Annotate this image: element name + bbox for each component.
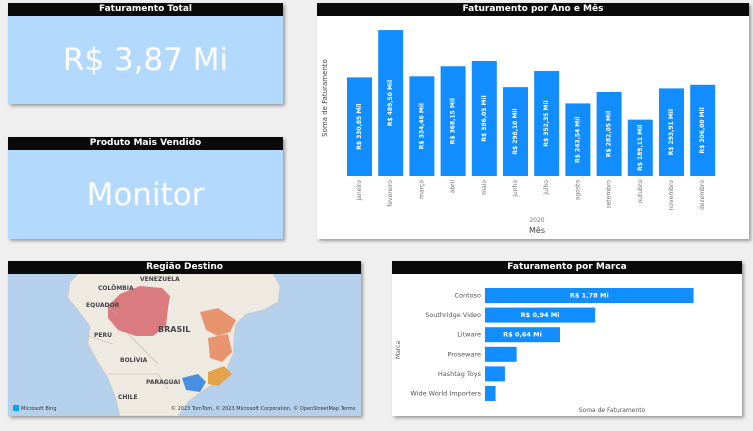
bar-data-label: R$ 0,94 Mi: [521, 311, 560, 319]
x-tick-label: março: [418, 180, 425, 199]
bar-data-label: R$ 489,50 Mil: [387, 80, 394, 126]
map-label-chile: CHILE: [118, 394, 138, 401]
bar-data-label: R$ 330,85 Mil: [356, 104, 363, 150]
bar-data-label: R$ 243,54 Mil: [574, 117, 581, 163]
y-axis-title: Soma de Faturamento: [321, 59, 329, 137]
bar-data-label: R$ 293,91 Mil: [668, 109, 675, 155]
map-label-brasil: BRASIL: [158, 325, 190, 334]
map-label-colômbia: COLÔMBIA: [98, 285, 134, 292]
bar-data-label: R$ 334,46 Mil: [418, 103, 425, 149]
map-regiao-destino-title: Região Destino: [8, 261, 361, 274]
kpi-faturamento-total-title: Faturamento Total: [8, 3, 283, 16]
bar-data-label: R$ 189,11 Mil: [637, 125, 644, 171]
chart-faturamento-mes-visual[interactable]: Faturamento por Ano e Mês R$ 330,85 Mil j…: [317, 3, 749, 239]
kpi-faturamento-total-card[interactable]: Faturamento Total R$ 3,87 Mi: [8, 3, 283, 104]
chart-faturamento-mes-svg: R$ 330,85 Mil janeiro R$ 489,50 Mil feverei…: [321, 30, 716, 235]
map-canvas[interactable]: Microsoft Bing © 2023 TomTom, © 2023 Mic…: [8, 274, 361, 416]
bar-proseware[interactable]: [485, 346, 517, 362]
y-tick-label: Hashtag Toys: [438, 370, 482, 378]
x-tick-label: maio: [481, 180, 488, 195]
bar-data-label: R$ 368,15 Mil: [450, 98, 457, 144]
bar-data-label: R$ 0,64 Mi: [503, 331, 542, 339]
kpi-produto-mais-vendido-title: Produto Mais Vendido: [8, 137, 283, 150]
x-group-label: 2020: [529, 217, 544, 224]
kpi-faturamento-total-body: R$ 3,87 Mi: [8, 16, 283, 104]
bar-data-label: R$ 298,10 Mil: [512, 108, 519, 154]
map-regiao-destino-visual[interactable]: Região Destino Microsoft Bing © 2023 Tom…: [8, 261, 361, 416]
map-label-peru: PERU: [94, 332, 112, 339]
y-tick-label: Proseware: [447, 350, 481, 358]
y-tick-label: Contoso: [454, 292, 481, 300]
x-tick-label: julho: [543, 180, 550, 196]
x-tick-label: agosto: [574, 180, 581, 201]
x-tick-label: outubro: [637, 180, 644, 204]
bing-logo-text: Microsoft Bing: [21, 406, 57, 412]
x-tick-label: setembro: [606, 180, 613, 209]
bar-hashtag-toys[interactable]: [485, 366, 505, 382]
kpi-produto-mais-vendido-value: Monitor: [86, 176, 205, 213]
bar-data-label: R$ 282,05 Mil: [606, 111, 613, 157]
x-tick-label: abril: [450, 180, 457, 194]
map-attribution[interactable]: © 2023 TomTom, © 2023 Microsoft Corporat…: [171, 405, 356, 412]
kpi-produto-mais-vendido-card[interactable]: Produto Mais Vendido Monitor: [8, 137, 283, 239]
x-axis-title: Mês: [529, 225, 545, 235]
y-tick-label: Southridge Video: [425, 311, 481, 319]
chart-faturamento-marca-svg: Contoso R$ 1,78 Mi Southridge Video R$ 0,94…: [395, 288, 694, 414]
x-tick-label: fevereiro: [387, 180, 394, 207]
kpi-faturamento-total-value: R$ 3,87 Mi: [62, 42, 229, 78]
bar-wide-world-importers[interactable]: [485, 386, 496, 401]
chart-faturamento-marca-title: Faturamento por Marca: [392, 261, 742, 274]
x-tick-label: novembro: [668, 180, 675, 211]
bar-data-label: R$ 1,78 Mi: [570, 292, 609, 300]
x-tick-label: dezembro: [699, 180, 706, 210]
y-tick-label: Litware: [457, 331, 481, 339]
bar-data-label: R$ 306,00 Mil: [699, 107, 706, 153]
chart-faturamento-marca-visual[interactable]: Faturamento por Marca Contoso R$ 1,78 Mi S…: [392, 261, 742, 416]
y-tick-label: Wide World Importers: [410, 390, 481, 398]
kpi-produto-mais-vendido-body: Monitor: [8, 150, 283, 239]
map-label-venezuela: VENEZUELA: [140, 276, 180, 283]
map-label-equador: EQUADOR: [86, 302, 120, 309]
map-label-bolívia: BOLÍVIA: [120, 356, 148, 364]
map-label-paraguai: PARAGUAI: [146, 379, 180, 386]
bar-data-label: R$ 386,05 Mil: [481, 95, 488, 141]
x-tick-label: junho: [512, 180, 519, 198]
x-axis-title: Soma de Faturamento: [579, 407, 646, 414]
x-tick-label: janeiro: [356, 180, 363, 202]
y-axis-title: Marca: [395, 341, 402, 359]
bar-data-label: R$ 352,35 Mil: [543, 100, 550, 146]
chart-faturamento-mes-title: Faturamento por Ano e Mês: [317, 3, 749, 16]
